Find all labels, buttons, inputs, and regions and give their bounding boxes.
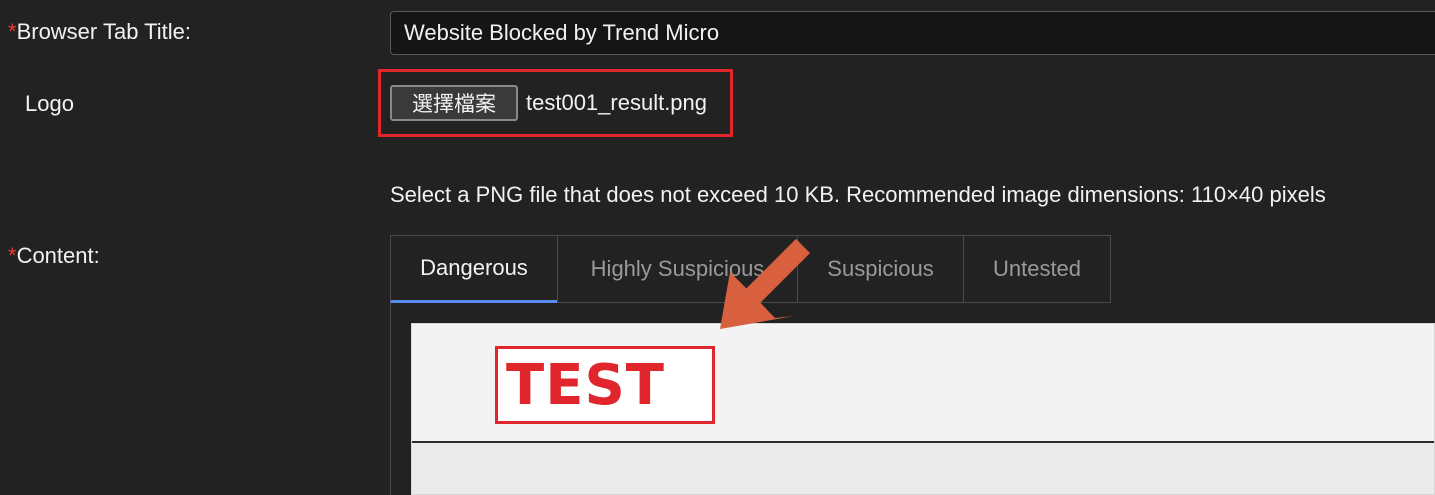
content-tabbar: Dangerous Highly Suspicious Suspicious U… — [390, 235, 1435, 304]
browser-tab-title-label-text: Browser Tab Title: — [16, 19, 192, 44]
browser-tab-title-input[interactable]: Website Blocked by Trend Micro — [390, 11, 1435, 55]
content-label: *Content: — [8, 243, 100, 269]
tab-untested[interactable]: Untested — [963, 235, 1111, 303]
preview-header: TEST — [412, 324, 1434, 443]
browser-tab-title-label: *Browser Tab Title: — [8, 19, 191, 45]
preview-logo-text: TEST — [506, 353, 665, 418]
logo-label: Logo — [25, 91, 74, 116]
content-label-text: Content: — [16, 243, 100, 268]
browser-tab-title-value: Website Blocked by Trend Micro — [404, 20, 720, 45]
block-page-preview: TEST — [411, 323, 1435, 495]
required-marker: * — [8, 19, 17, 44]
choose-file-button[interactable]: 選擇檔案 — [390, 85, 518, 121]
required-marker: * — [8, 243, 17, 268]
preview-body — [412, 443, 1434, 494]
selected-file-name: test001_result.png — [526, 90, 708, 115]
preview-logo-image: TEST — [495, 346, 715, 424]
arrow-down-left-icon — [720, 238, 811, 329]
tab-dangerous[interactable]: Dangerous — [390, 235, 558, 303]
logo-hint-text: Select a PNG file that does not exceed 1… — [390, 182, 1326, 207]
